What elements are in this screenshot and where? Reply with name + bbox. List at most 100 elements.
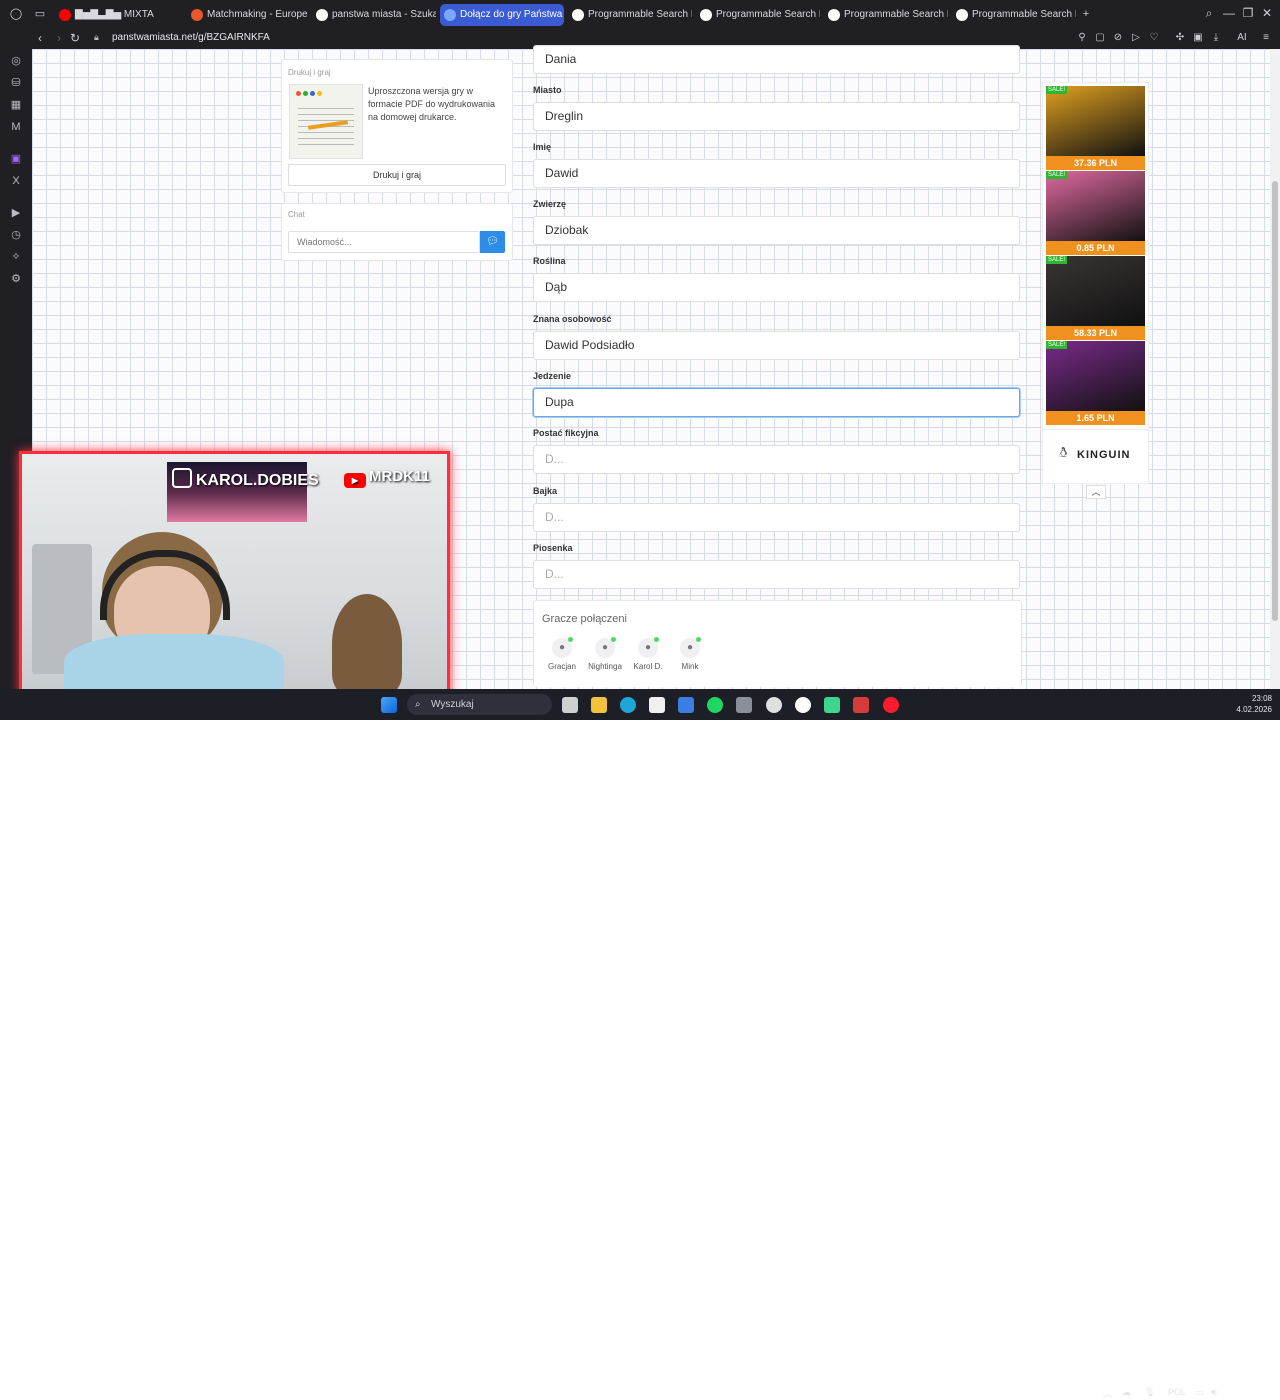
player-sidebar-icon[interactable]: ▶	[9, 206, 23, 220]
new-tab-button[interactable]: +	[1079, 7, 1093, 21]
aria-ai-icon[interactable]: AI	[1232, 32, 1252, 43]
field-label: Miasto	[533, 85, 562, 95]
download-icon[interactable]: ⤓	[1210, 32, 1222, 43]
player-icon[interactable]: ▷	[1130, 32, 1142, 43]
security-icon[interactable]	[853, 697, 869, 713]
display-tray-icon[interactable]: ▭	[1195, 1387, 1204, 1398]
store-icon[interactable]	[649, 697, 665, 713]
menu-icon[interactable]: ≡	[1260, 32, 1272, 43]
penguin-icon: 🐧︎	[1059, 444, 1068, 460]
scrollbar[interactable]	[1270, 49, 1280, 689]
print-panel: Drukuj i graj Uproszczona wersja gry w f…	[281, 59, 513, 193]
extensions-icon[interactable]: ✣	[1174, 32, 1186, 43]
answer-input[interactable]: Dupa	[533, 388, 1020, 417]
browser-tab[interactable]: Programmable Search Eng	[696, 4, 820, 26]
steam-icon[interactable]	[736, 697, 752, 713]
file-explorer-icon[interactable]	[591, 697, 607, 713]
answer-input[interactable]: Dania	[533, 45, 1020, 74]
url-field[interactable]: panstwamiasta.net/g/BZGAIRNKFA	[112, 32, 270, 43]
back-button[interactable]: ‹	[33, 31, 47, 45]
browser-tab[interactable]: ▇▅▇▃▇▅ MIXTA	[55, 4, 179, 26]
restore-button[interactable]: ❐	[1239, 6, 1257, 20]
pin-icon[interactable]: ⚲	[1076, 32, 1088, 43]
collapse-ad-button[interactable]: ︿	[1086, 485, 1106, 499]
game-ad[interactable]: SALE! 37.36 PLN	[1046, 86, 1145, 170]
close-window-button[interactable]: ✕	[1258, 6, 1276, 20]
field-label: Postać fikcyjna	[533, 428, 599, 438]
answer-input[interactable]: Dawid Podsiadło	[533, 331, 1020, 360]
twitch-icon[interactable]: ▣	[9, 152, 23, 166]
edge-icon[interactable]	[620, 697, 636, 713]
discord-icon[interactable]	[824, 697, 840, 713]
game-ad[interactable]: SALE! 58.33 PLN	[1046, 256, 1145, 340]
user-avatar-icon: ●	[638, 637, 659, 658]
taskbar-search-label: Wyszukaj	[431, 699, 474, 710]
adblock-icon[interactable]: ⊘	[1112, 32, 1124, 43]
search-icon: ⌕	[415, 699, 421, 710]
x-icon[interactable]: X	[9, 174, 23, 188]
browser-tab[interactable]: Programmable Search Eng	[824, 4, 948, 26]
answer-input[interactable]: D...	[533, 503, 1020, 532]
field-label: Zwierzę	[533, 199, 567, 209]
mail-icon[interactable]	[678, 697, 694, 713]
task-view-icon[interactable]	[562, 697, 578, 713]
answer-input[interactable]: Dreglin	[533, 102, 1020, 131]
tray-chevron-icon[interactable]: ︿	[1103, 1387, 1112, 1400]
game-cover-image: SALE!	[1046, 171, 1145, 241]
mic-tray-icon[interactable]: 🎙︎	[1144, 1387, 1155, 1398]
chat-bubble-icon: 💬︎	[486, 236, 499, 247]
ad-price: 0.85 PLN	[1046, 241, 1145, 255]
history-icon[interactable]: ◷	[9, 228, 23, 242]
print-and-play-button[interactable]: Drukuj i graj	[288, 164, 506, 186]
opera-logo-icon[interactable]: ◯	[9, 7, 23, 21]
tab-favicon-icon	[444, 9, 456, 21]
print-panel-title: Drukuj i graj	[288, 68, 331, 77]
forward-button[interactable]: ›	[52, 31, 66, 45]
windows-start-icon[interactable]	[381, 697, 397, 713]
user-avatar-icon: ●	[552, 637, 573, 658]
tab-favicon-icon	[700, 9, 712, 21]
browser-tab[interactable]: panstwa miasta - Szukaj w	[312, 4, 436, 26]
spotify-icon[interactable]	[707, 697, 723, 713]
reload-button[interactable]: ↻	[68, 31, 82, 45]
crypto-icon[interactable]: ⛁	[9, 76, 23, 90]
aria-icon[interactable]: ◎	[9, 54, 23, 68]
obs-icon[interactable]	[766, 697, 782, 713]
messenger-icon[interactable]: M	[9, 120, 23, 134]
player-item: ● Mink	[670, 637, 710, 671]
opera-gx-icon[interactable]	[883, 697, 899, 713]
browser-tab[interactable]: Matchmaking - Europe Sv	[187, 4, 311, 26]
heart-icon[interactable]: ♡	[1148, 32, 1160, 43]
search-tabs-icon[interactable]: ⌕	[1200, 6, 1218, 21]
scrollbar-thumb[interactable]	[1272, 181, 1278, 621]
wallet-icon[interactable]: ▣	[1192, 32, 1204, 43]
settings-icon[interactable]: ⚙	[9, 272, 23, 286]
network-tray-icon[interactable]: ☁	[1122, 1387, 1131, 1398]
logitech-icon[interactable]	[795, 697, 811, 713]
clock[interactable]: 23:08 4.02.2026	[1228, 693, 1272, 715]
send-message-button[interactable]: 💬︎	[480, 231, 505, 253]
snapshot-icon[interactable]: ▢	[1094, 32, 1106, 43]
browser-tab[interactable]: Programmable Search Eng	[568, 4, 692, 26]
tab-title: Programmable Search Eng	[716, 9, 820, 20]
tab-menu-icon[interactable]: ▭	[33, 7, 47, 21]
browser-tab[interactable]: Dołącz do gry Państwa M	[440, 4, 564, 26]
language-indicator[interactable]: POL	[1168, 1387, 1186, 1397]
gamepad-icon[interactable]: ▦	[9, 98, 23, 112]
chat-input[interactable]	[288, 231, 480, 253]
sale-badge: SALE!	[1046, 171, 1068, 179]
game-ad[interactable]: SALE! 0.85 PLN	[1046, 171, 1145, 255]
player-name: Karol D.	[633, 662, 663, 671]
minimize-button[interactable]: —	[1220, 6, 1238, 20]
game-ad[interactable]: SALE! 1.65 PLN	[1046, 341, 1145, 425]
answer-input[interactable]: Dąb	[533, 273, 1020, 302]
volume-tray-icon[interactable]: 🔊︎	[1211, 1387, 1217, 1398]
extensions-sidebar-icon[interactable]: ✧	[9, 250, 23, 264]
answer-input[interactable]: D...	[533, 445, 1020, 474]
answer-input[interactable]: D...	[533, 560, 1020, 589]
answer-input[interactable]: Dziobak	[533, 216, 1020, 245]
answer-input[interactable]: Dawid	[533, 159, 1020, 188]
taskbar-search[interactable]: ⌕ Wyszukaj	[407, 694, 552, 715]
kinguin-logo[interactable]: 🐧︎ KINGUIN	[1043, 429, 1148, 480]
browser-tab[interactable]: Programmable Search Eng	[952, 4, 1076, 26]
